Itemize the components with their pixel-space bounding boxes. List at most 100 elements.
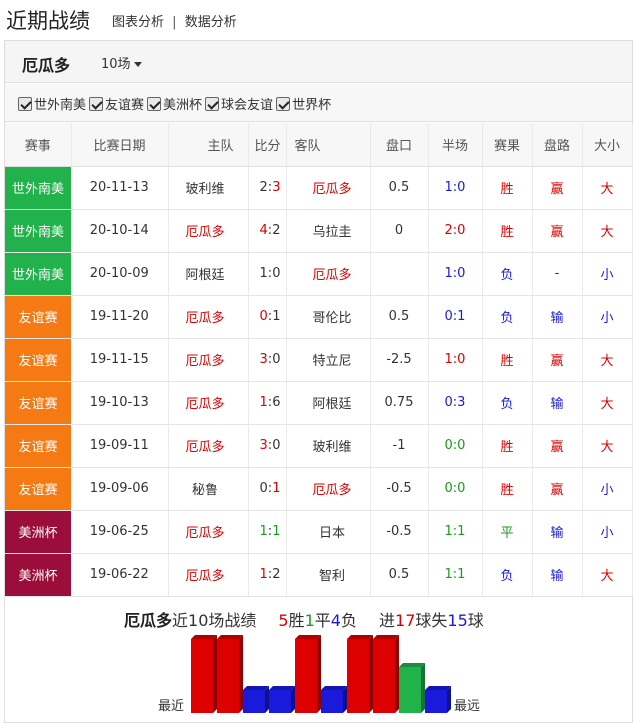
home-team-cell[interactable]: 秘鲁 <box>168 467 249 511</box>
filter-3[interactable]: 球会友谊 <box>205 94 273 113</box>
date-cell-text: 20-10-14 <box>89 223 149 238</box>
table-row[interactable]: 美洲杯 19-06-22 厄瓜多 1:2 智利 0.5 1:1 负 输 大 <box>5 553 633 597</box>
league-cell[interactable]: 世外南美 <box>5 252 71 296</box>
handicap-cell: 0.75 <box>370 381 429 425</box>
away-score: 1 <box>272 309 281 324</box>
league-cell[interactable]: 友谊赛 <box>5 338 71 382</box>
handicap-result-cell: 赢 <box>532 166 583 210</box>
away-score: 1 <box>272 524 281 539</box>
date-cell-text: 19-06-25 <box>89 524 149 539</box>
home-team-cell[interactable]: 玻利维 <box>168 166 249 210</box>
home-team-cell[interactable]: 厄瓜多 <box>168 381 249 425</box>
checkbox-icon[interactable] <box>276 96 291 111</box>
league-cell[interactable]: 美洲杯 <box>5 553 71 597</box>
result-cell: 胜 <box>482 166 533 210</box>
league-cell-text: 世外南美 <box>11 225 64 240</box>
home-team-cell[interactable]: 厄瓜多 <box>168 553 249 597</box>
over-under-cell-text: 小 <box>600 268 614 283</box>
away-team-cell[interactable]: 厄瓜多 <box>286 252 371 296</box>
column-header-result[interactable]: 赛果 <box>482 123 533 167</box>
away-team-cell[interactable]: 玻利维 <box>286 424 371 468</box>
chart-right-label: 最远 <box>454 699 481 714</box>
table-row[interactable]: 友谊赛 19-11-20 厄瓜多 0:1 哥伦比 0.5 0:1 负 输 小 <box>5 295 633 339</box>
away-team-cell[interactable]: 日本 <box>286 510 371 554</box>
away-team-cell[interactable]: 乌拉圭 <box>286 209 371 253</box>
checkbox-icon[interactable] <box>147 96 162 111</box>
filter-1[interactable]: 友谊赛 <box>89 94 144 113</box>
filter-4[interactable]: 世界杯 <box>276 94 331 113</box>
league-cell[interactable]: 美洲杯 <box>5 510 71 554</box>
away-team-cell-text: 特立尼 <box>312 354 352 369</box>
table-row[interactable]: 世外南美 20-10-14 厄瓜多 4:2 乌拉圭 0 2:0 胜 赢 大 <box>5 209 633 253</box>
result-bar-chart <box>191 635 451 713</box>
result-cell-text: 负 <box>500 397 514 412</box>
home-team-cell[interactable]: 厄瓜多 <box>168 424 249 468</box>
result-bar-1 <box>217 635 243 713</box>
away-team-cell[interactable]: 智利 <box>286 553 371 597</box>
over-under-cell: 小 <box>582 467 633 511</box>
home-team-cell[interactable]: 厄瓜多 <box>168 295 249 339</box>
league-cell[interactable]: 友谊赛 <box>5 381 71 425</box>
column-header-date[interactable]: 比赛日期 <box>71 123 169 167</box>
league-cell[interactable]: 友谊赛 <box>5 424 71 468</box>
result-bar-2 <box>243 686 269 713</box>
over-under-cell-text: 大 <box>600 440 614 455</box>
column-header-pan[interactable]: 盘路 <box>532 123 583 167</box>
handicap-cell-text: -0.5 <box>386 481 412 496</box>
result-cell-text: 胜 <box>500 225 514 240</box>
checkbox-icon[interactable] <box>18 96 32 111</box>
score-cell: 1:6 <box>248 381 287 425</box>
away-team-cell[interactable]: 哥伦比 <box>286 295 371 339</box>
table-row[interactable]: 友谊赛 19-11-15 厄瓜多 3:0 特立尼 -2.5 1:0 胜 赢 大 <box>5 338 633 382</box>
result-bar-7 <box>373 635 399 713</box>
checkbox-icon[interactable] <box>89 96 104 111</box>
data-analysis-link[interactable]: 数据分析 <box>185 15 237 30</box>
league-cell-text: 世外南美 <box>11 268 64 283</box>
column-header-half[interactable]: 半场 <box>428 123 483 167</box>
half-time-cell-text: 0:1 <box>444 309 466 324</box>
column-header-score[interactable]: 比分 <box>248 123 287 167</box>
away-score: 0 <box>272 438 281 453</box>
home-team-cell[interactable]: 厄瓜多 <box>168 510 249 554</box>
chart-analysis-link[interactable]: 图表分析 <box>112 15 164 30</box>
column-header-handicap[interactable]: 盘口 <box>370 123 429 167</box>
score-cell: 1:0 <box>248 252 287 296</box>
home-team-cell-text: 厄瓜多 <box>185 397 225 412</box>
table-row[interactable]: 友谊赛 19-10-13 厄瓜多 1:6 阿根廷 0.75 0:3 负 输 大 <box>5 381 633 425</box>
table-row[interactable]: 友谊赛 19-09-06 秘鲁 0:1 厄瓜多 -0.5 0:0 胜 赢 小 <box>5 467 633 511</box>
half-time-cell: 1:0 <box>428 166 483 210</box>
handicap-cell-text: -1 <box>392 438 406 453</box>
match-count-dropdown[interactable]: 10场 <box>101 53 142 72</box>
table-row[interactable]: 世外南美 20-11-13 玻利维 2:3 厄瓜多 0.5 1:0 胜 赢 大 <box>5 166 633 210</box>
result-bar-5 <box>321 686 347 713</box>
checkbox-icon[interactable] <box>205 96 220 111</box>
column-header-league[interactable]: 赛事 <box>5 123 72 167</box>
filter-row: 世外南美 友谊赛 美洲杯 球会友谊 世界杯 <box>5 84 632 122</box>
league-cell[interactable]: 友谊赛 <box>5 467 71 511</box>
table-row[interactable]: 美洲杯 19-06-25 厄瓜多 1:1 日本 -0.5 1:1 平 输 小 <box>5 510 633 554</box>
half-time-cell: 0:3 <box>428 381 483 425</box>
column-header-home[interactable]: 主队 <box>168 123 249 167</box>
home-team-cell[interactable]: 阿根廷 <box>168 252 249 296</box>
league-cell[interactable]: 世外南美 <box>5 166 71 210</box>
away-team-cell[interactable]: 阿根廷 <box>286 381 371 425</box>
home-team-cell-text: 玻利维 <box>185 182 225 197</box>
home-team-cell[interactable]: 厄瓜多 <box>168 338 249 382</box>
handicap-cell-text: 0.5 <box>388 309 410 324</box>
home-team-cell[interactable]: 厄瓜多 <box>168 209 249 253</box>
date-cell-text: 19-11-15 <box>89 352 149 367</box>
filter-2[interactable]: 美洲杯 <box>147 94 202 113</box>
table-row[interactable]: 世外南美 20-10-09 阿根廷 1:0 厄瓜多 1:0 负 - 小 <box>5 252 633 296</box>
league-cell[interactable]: 世外南美 <box>5 209 71 253</box>
league-cell[interactable]: 友谊赛 <box>5 295 71 339</box>
filter-0[interactable]: 世外南美 <box>18 94 86 113</box>
away-team-cell[interactable]: 厄瓜多 <box>286 467 371 511</box>
column-header-ou[interactable]: 大小 <box>582 123 633 167</box>
table-row[interactable]: 友谊赛 19-09-11 厄瓜多 3:0 玻利维 -1 0:0 胜 赢 大 <box>5 424 633 468</box>
away-team-cell[interactable]: 特立尼 <box>286 338 371 382</box>
column-header-away[interactable]: 客队 <box>286 123 371 167</box>
home-team-cell-text: 厄瓜多 <box>185 569 225 584</box>
handicap-cell: 0.5 <box>370 553 429 597</box>
handicap-cell: 0 <box>370 209 429 253</box>
away-team-cell[interactable]: 厄瓜多 <box>286 166 371 210</box>
